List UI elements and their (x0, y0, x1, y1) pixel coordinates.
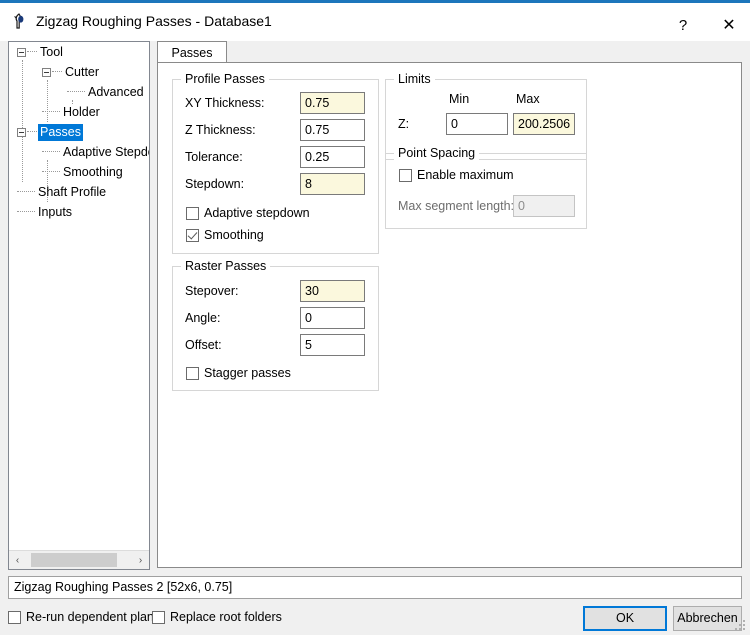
checkbox-label: Stagger passes (204, 366, 291, 380)
tree-item-label: Cutter (65, 65, 100, 80)
label-max-segment-length: Max segment length: (398, 199, 515, 213)
tree-item-holder[interactable]: Holder (9, 102, 149, 122)
plan-name-field[interactable]: Zigzag Roughing Passes 2 [52x6, 0.75] (8, 576, 742, 599)
tree-item-cutter[interactable]: Cutter (9, 62, 149, 82)
input-xy-thickness[interactable]: 0.75 (300, 92, 365, 114)
tree-item-label: Smoothing (63, 165, 123, 180)
tree-item-advanced[interactable]: Advanced (9, 82, 149, 102)
scroll-right-arrow-icon[interactable]: › (132, 551, 149, 569)
checkbox-label: Smoothing (204, 228, 264, 242)
checkbox-box[interactable] (186, 228, 199, 242)
tree-dash (42, 110, 60, 113)
label-stepover: Stepover: (185, 284, 239, 298)
column-header-min: Min (449, 92, 470, 106)
checkbox-box[interactable] (399, 168, 412, 182)
tree-items-container: Tool Cutter Advanced Holder Passes Adapt… (9, 42, 149, 550)
label-angle: Angle: (185, 311, 221, 325)
label-z-limit: Z: (398, 117, 410, 131)
label-stepdown: Stepdown: (185, 177, 245, 191)
close-button[interactable]: ✕ (706, 6, 750, 44)
column-header-max: Max (516, 92, 540, 106)
checkbox-smoothing[interactable]: Smoothing (186, 228, 264, 242)
tree-dash (17, 190, 35, 193)
checkbox-adaptive-stepdown[interactable]: Adaptive stepdown (186, 206, 310, 220)
tree-item-adaptive-stepdown[interactable]: Adaptive Stepdown (9, 142, 149, 162)
resize-grip[interactable] (735, 620, 747, 632)
input-z-thickness[interactable]: 0.75 (300, 119, 365, 141)
scroll-left-arrow-icon[interactable]: ‹ (9, 551, 26, 569)
checkbox-box[interactable] (186, 366, 199, 380)
window-title: Zigzag Roughing Passes - Database1 (36, 13, 272, 29)
scrollbar-thumb[interactable] (31, 553, 117, 567)
tree-item-shaft-profile[interactable]: Shaft Profile (9, 182, 149, 202)
input-offset[interactable]: 5 (300, 334, 365, 356)
group-point-spacing: Point Spacing Enable maximum Max segment… (385, 146, 587, 229)
checkbox-replace-root-folders[interactable]: Replace root folders (152, 610, 282, 624)
tree-item-label: Tool (40, 45, 63, 60)
checkbox-box[interactable] (8, 610, 21, 624)
tree-dash (27, 50, 37, 53)
input-z-max[interactable]: 200.2506 (513, 113, 575, 135)
tree-item-inputs[interactable]: Inputs (9, 202, 149, 222)
tree-item-label: Shaft Profile (38, 185, 107, 200)
tree-dash (42, 170, 60, 173)
tree-item-smoothing[interactable]: Smoothing (9, 162, 149, 182)
group-title: Raster Passes (181, 259, 271, 273)
tree-dash (42, 150, 60, 153)
cancel-button[interactable]: Abbrechen (673, 606, 742, 631)
tree-item-label: Inputs (38, 205, 73, 220)
checkbox-enable-maximum[interactable]: Enable maximum (399, 168, 514, 182)
tab-page-passes: Profile Passes XY Thickness: 0.75 Z Thic… (157, 62, 742, 568)
checkbox-box[interactable] (186, 206, 199, 220)
tab-passes[interactable]: Passes (157, 41, 227, 63)
checkbox-rerun-dependent-plans[interactable]: Re-run dependent plans (8, 610, 160, 624)
tree-dash (67, 90, 85, 93)
expander-icon[interactable] (17, 48, 26, 58)
checkbox-label: Re-run dependent plans (26, 610, 161, 624)
tree-item-label: Advanced (88, 85, 144, 100)
checkbox-label: Adaptive stepdown (204, 206, 310, 220)
ok-button[interactable]: OK (583, 606, 667, 631)
checkbox-label: Replace root folders (170, 610, 282, 624)
group-title: Limits (394, 72, 435, 86)
tree-dash (27, 130, 37, 133)
tab-strip: Passes (157, 41, 742, 63)
label-offset: Offset: (185, 338, 222, 352)
group-profile-passes: Profile Passes XY Thickness: 0.75 Z Thic… (172, 72, 379, 254)
input-stepdown[interactable]: 8 (300, 173, 365, 195)
expander-icon[interactable] (42, 68, 51, 78)
tool-icon (10, 12, 30, 32)
input-angle[interactable]: 0 (300, 307, 365, 329)
checkbox-label: Enable maximum (417, 168, 514, 182)
tree-item-label: Holder (63, 105, 100, 120)
navigation-tree[interactable]: Tool Cutter Advanced Holder Passes Adapt… (8, 41, 150, 570)
tree-dash (17, 210, 35, 213)
group-raster-passes: Raster Passes Stepover: 30 Angle: 0 Offs… (172, 259, 379, 391)
label-z-thickness: Z Thickness: (185, 123, 256, 137)
tree-item-passes[interactable]: Passes (9, 122, 149, 142)
input-max-segment-length: 0 (513, 195, 575, 217)
checkbox-box[interactable] (152, 610, 165, 624)
input-stepover[interactable]: 30 (300, 280, 365, 302)
title-bar: Zigzag Roughing Passes - Database1 ? ✕ (0, 3, 750, 41)
input-tolerance[interactable]: 0.25 (300, 146, 365, 168)
input-z-min[interactable]: 0 (446, 113, 508, 135)
label-tolerance: Tolerance: (185, 150, 243, 164)
expander-icon[interactable] (17, 128, 26, 138)
tree-horizontal-scrollbar[interactable]: ‹ › (9, 550, 149, 569)
tree-dash (52, 70, 62, 73)
group-title: Profile Passes (181, 72, 269, 86)
tree-item-tool[interactable]: Tool (9, 42, 149, 62)
group-title: Point Spacing (394, 146, 480, 160)
help-button[interactable]: ? (660, 6, 706, 44)
tree-item-label: Passes (38, 124, 83, 142)
label-xy-thickness: XY Thickness: (185, 96, 265, 110)
checkbox-stagger-passes[interactable]: Stagger passes (186, 366, 291, 380)
tree-item-label: Adaptive Stepdown (63, 145, 149, 160)
